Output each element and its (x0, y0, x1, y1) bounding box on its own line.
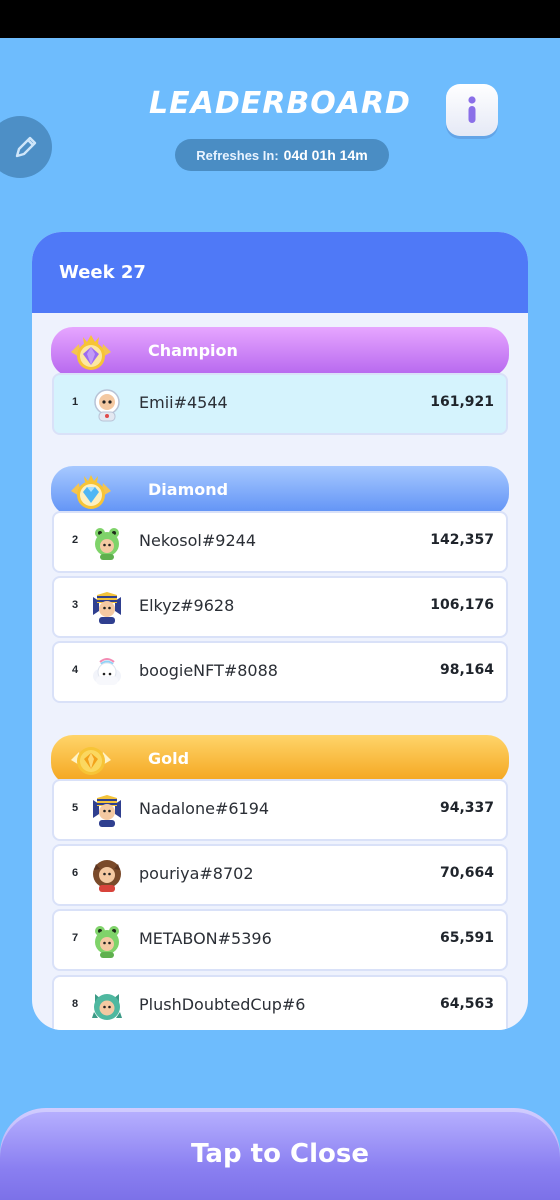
tier-header-champion: Champion (51, 327, 509, 377)
player-score: 65,591 (439, 930, 494, 946)
leaderboard-row[interactable]: 4 boogieNFT#8088 98,164 (52, 641, 508, 703)
player-name: METABON#5396 (139, 929, 272, 948)
leaderboard-row[interactable]: 2 Nekosol#9244 142,357 (52, 511, 508, 573)
player-name: boogieNFT#8088 (139, 661, 278, 680)
pencil-icon (15, 136, 37, 158)
leaderboard-row[interactable]: 8 PlushDoubtedCup#6 64,563 (52, 975, 508, 1030)
leaderboard-row[interactable]: 3 Elkyz#9628 106,176 (52, 576, 508, 638)
leaderboard-row[interactable]: 6 pouriya#8702 70,664 (52, 844, 508, 906)
rank-number: 2 (72, 534, 79, 546)
player-score: 64,563 (439, 996, 494, 1012)
info-icon (468, 96, 476, 123)
player-name: Nadalone#6194 (139, 799, 270, 818)
pharaoh-avatar-icon (93, 795, 121, 827)
rank-number: 6 (72, 867, 79, 879)
rank-number: 1 (72, 396, 79, 408)
tap-to-close-button[interactable]: Tap to Close (0, 1108, 560, 1200)
leaderboard-row[interactable]: 5 Nadalone#6194 94,337 (52, 779, 508, 841)
player-name: pouriya#8702 (139, 864, 254, 883)
rank-number: 8 (72, 998, 79, 1010)
edit-button[interactable] (0, 116, 52, 178)
tier-label-champion: Champion (148, 341, 238, 360)
player-score: 142,357 (430, 532, 494, 548)
diamond-badge-icon (71, 475, 111, 509)
board-header: Week 27 (32, 232, 528, 313)
leaderboard-row[interactable]: 7 METABON#5396 65,591 (52, 909, 508, 971)
rank-number: 3 (72, 599, 79, 611)
tier-label-diamond: Diamond (148, 480, 229, 499)
player-score: 161,921 (430, 394, 494, 410)
info-button[interactable] (446, 84, 498, 136)
player-name: Emii#4544 (139, 393, 228, 412)
player-score: 106,176 (430, 597, 494, 613)
player-name: Elkyz#9628 (139, 596, 235, 615)
refresh-value: 04d 01h 14m (283, 147, 368, 163)
player-score: 94,337 (439, 800, 494, 816)
tier-label-gold: Gold (148, 749, 190, 768)
rank-number: 4 (72, 664, 79, 676)
dragon-avatar-icon (92, 994, 122, 1020)
leaderboard-panel[interactable]: Week 27 Champion 1 Emii#4544 161,921 Dia… (32, 232, 528, 1030)
gold-badge-icon (71, 747, 111, 775)
pharaoh-avatar-icon (93, 592, 121, 624)
leaderboard-row[interactable]: 1 Emii#4544 161,921 (52, 373, 508, 435)
champion-badge-icon (71, 335, 111, 370)
player-name: Nekosol#9244 (139, 531, 256, 550)
refresh-label: Refreshes In: (196, 147, 279, 163)
close-label: Tap to Close (191, 1139, 369, 1169)
player-score: 70,664 (439, 865, 494, 881)
lion-avatar-icon (93, 860, 121, 892)
week-label: Week 27 (59, 262, 146, 283)
astronaut-avatar-icon (94, 389, 120, 422)
cloud-avatar-icon (93, 658, 121, 685)
rank-number: 5 (72, 802, 79, 814)
tier-header-gold: Gold (51, 735, 509, 785)
tier-header-diamond: Diamond (51, 466, 509, 516)
rank-number: 7 (72, 932, 79, 944)
player-name: PlushDoubtedCup#6 (139, 995, 306, 1014)
frog-avatar-icon (95, 528, 119, 560)
refresh-timer: Refreshes In: 04d 01h 14m (175, 139, 389, 171)
frog-avatar-icon (95, 926, 119, 958)
player-score: 98,164 (439, 662, 494, 678)
status-bar (0, 0, 560, 38)
